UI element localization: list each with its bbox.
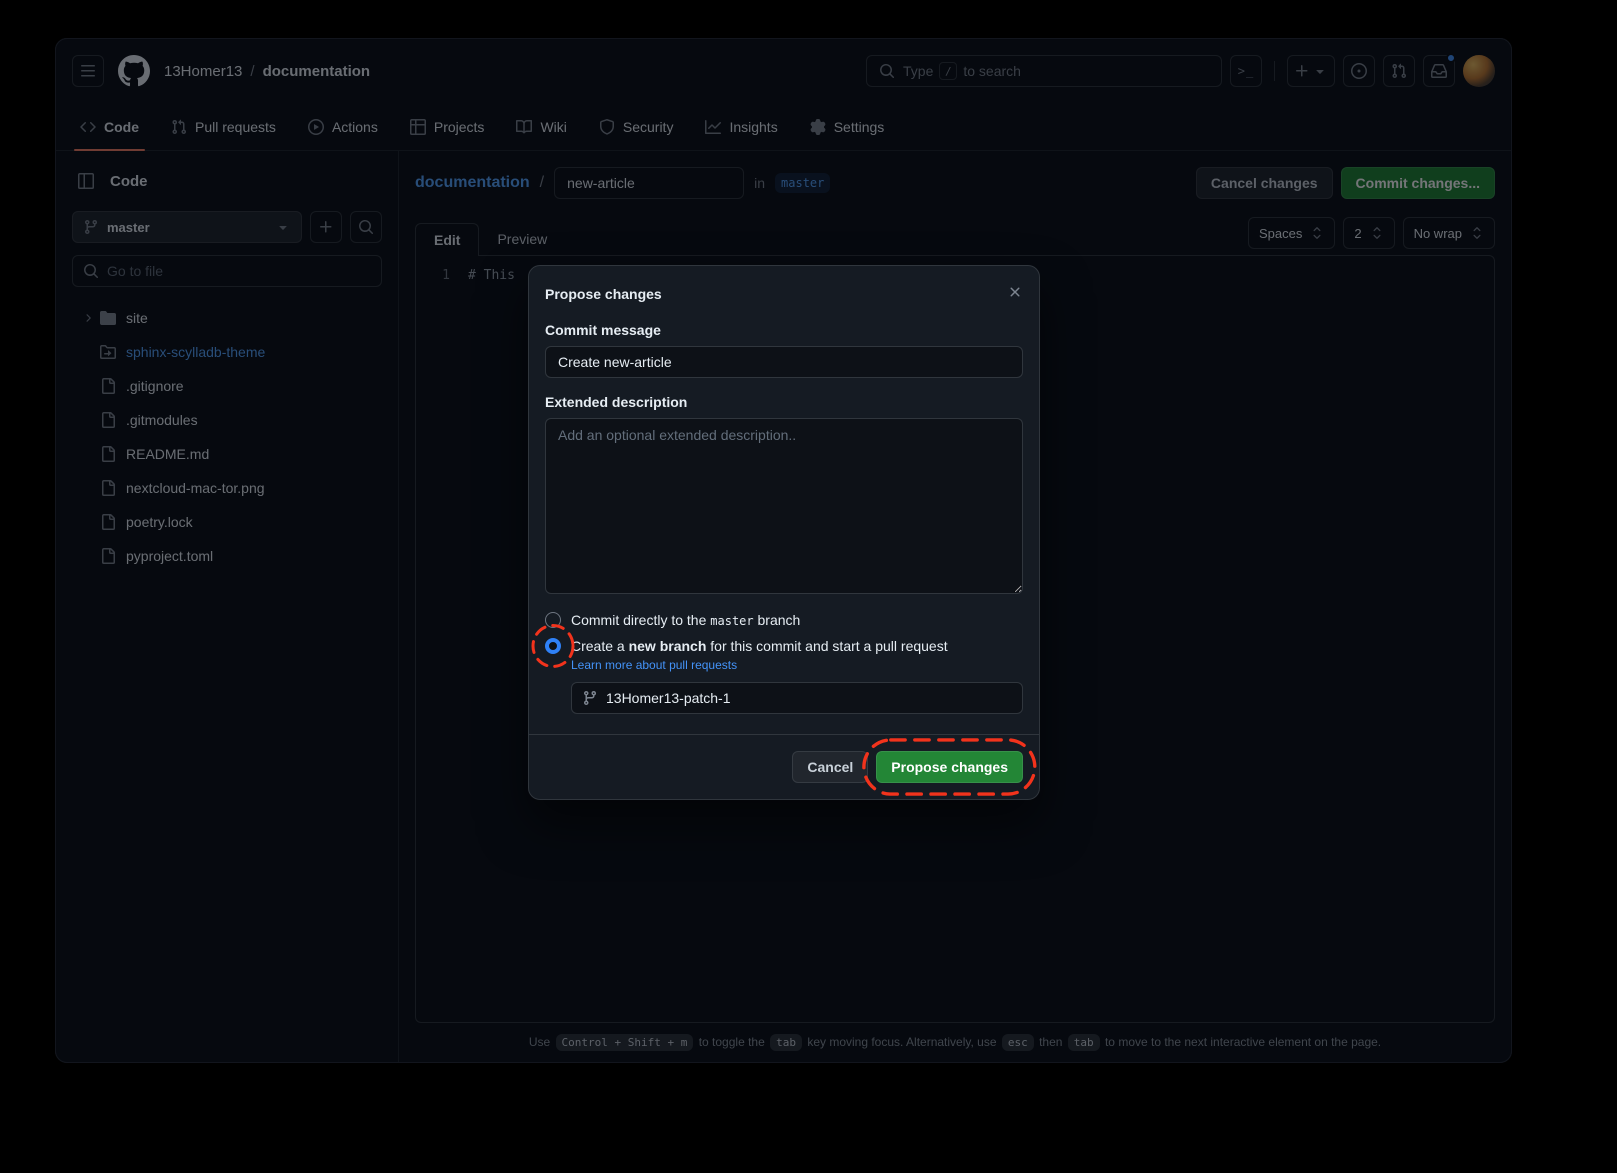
commit-message-label: Commit message [545, 322, 1023, 338]
dialog-title: Propose changes [545, 286, 662, 302]
radio-create-branch[interactable]: Create a new branch for this commit and … [545, 638, 1023, 654]
commit-message-input[interactable] [545, 346, 1023, 378]
radio-unchecked-icon[interactable] [545, 612, 561, 628]
propose-wrap: Propose changes [876, 751, 1023, 783]
radio-create-branch-label: Create a new branch for this commit and … [571, 638, 948, 654]
dialog-footer: Cancel Propose changes [529, 734, 1039, 799]
dialog-body: Commit message Extended description Comm… [529, 314, 1039, 734]
propose-changes-button[interactable]: Propose changes [876, 751, 1023, 783]
propose-changes-dialog: Propose changes Commit message Extended … [528, 265, 1040, 800]
radio-commit-direct[interactable]: Commit directly to the master branch [545, 612, 1023, 628]
learn-more-link[interactable]: Learn more about pull requests [571, 658, 737, 672]
cancel-button[interactable]: Cancel [792, 751, 868, 783]
radio-commit-direct-label: Commit directly to the master branch [571, 612, 800, 628]
close-dialog-button[interactable] [1001, 278, 1029, 306]
extended-description-textarea[interactable] [545, 418, 1023, 594]
dialog-header: Propose changes [529, 266, 1039, 314]
branch-name-field[interactable] [571, 682, 1023, 714]
extended-description-label: Extended description [545, 394, 1023, 410]
radio-checked-icon[interactable] [545, 638, 561, 654]
close-icon [1007, 284, 1023, 300]
git-branch-icon [582, 690, 598, 706]
branch-name-input[interactable] [606, 690, 1012, 706]
